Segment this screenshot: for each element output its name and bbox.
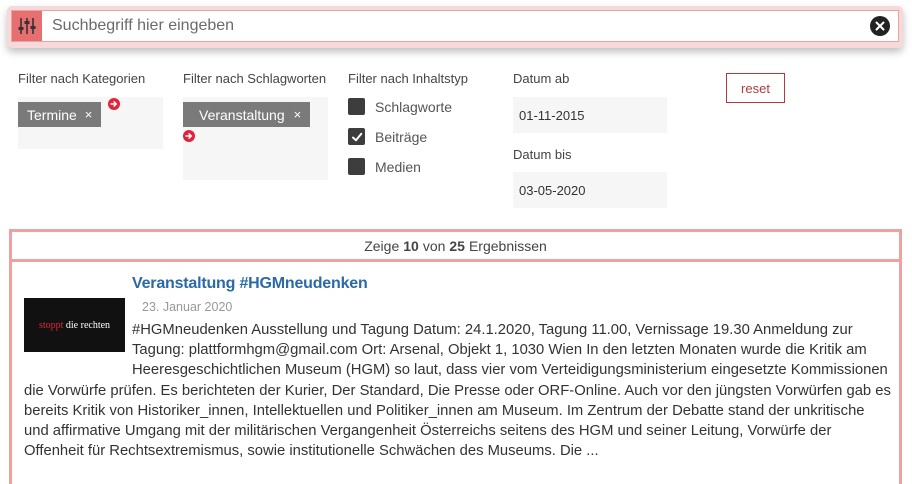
category-tag-termine: Termine ×: [18, 102, 102, 127]
date-to-label: Datum bis: [513, 147, 572, 162]
reset-button[interactable]: reset: [726, 73, 785, 103]
checkbox-label: Schlagworte: [375, 98, 453, 115]
remove-tag-button[interactable]: ×: [294, 107, 302, 122]
checkbox[interactable]: [348, 158, 365, 175]
sliders-icon: [18, 18, 36, 34]
remove-tag-button[interactable]: ×: [85, 107, 93, 122]
categories-filter-label: Filter nach Kategorien: [18, 71, 146, 86]
content-type-option-schlagworte[interactable]: Schlagworte: [348, 98, 452, 115]
add-category-button[interactable]: [108, 98, 120, 110]
checkbox-checked[interactable]: [348, 128, 365, 145]
date-from-input[interactable]: [513, 97, 667, 133]
search-box: [11, 10, 899, 42]
checkbox-label: Beiträge: [375, 128, 428, 145]
arrow-right-icon: [110, 101, 118, 107]
checkbox[interactable]: [348, 98, 365, 115]
results-count: Zeige 10 von 25 Ergebnissen: [12, 232, 899, 262]
search-input[interactable]: [52, 15, 842, 37]
count-total: 25: [449, 237, 465, 254]
close-icon: [875, 21, 885, 31]
count-prefix: Zeige: [364, 237, 400, 254]
content-type-option-medien[interactable]: Medien: [348, 158, 421, 175]
clear-search-button[interactable]: [870, 16, 890, 36]
date-to-input[interactable]: [513, 172, 667, 208]
add-keyword-button[interactable]: [183, 130, 195, 142]
checkmark-icon: [351, 132, 362, 141]
date-from-label: Datum ab: [513, 71, 570, 86]
keyword-tag-veranstaltung: Veranstaltung ×: [183, 102, 311, 127]
result-date: 23. Januar 2020: [142, 300, 233, 314]
tag-label: Veranstaltung: [199, 106, 285, 123]
content-type-filter-label: Filter nach Inhaltstyp: [348, 71, 468, 86]
arrow-right-icon: [185, 133, 193, 139]
count-suffix: Ergebnissen: [468, 237, 547, 254]
tag-label: Termine: [27, 106, 77, 123]
search-bar: [7, 6, 903, 48]
filter-toggle-button[interactable]: [12, 11, 42, 41]
checkbox-label: Medien: [375, 158, 421, 175]
results-panel: Zeige 10 von 25 Ergebnissen stoppt die r…: [9, 229, 902, 484]
content-type-option-beitraege[interactable]: Beiträge: [348, 128, 427, 145]
count-mid: von: [422, 237, 446, 254]
result-item: stoppt die rechten Veranstaltung #HGMneu…: [24, 275, 891, 460]
count-shown: 10: [403, 237, 419, 254]
result-title-link[interactable]: Veranstaltung #HGMneudenken: [132, 275, 368, 293]
keywords-filter-label: Filter nach Schlagworten: [183, 71, 327, 86]
